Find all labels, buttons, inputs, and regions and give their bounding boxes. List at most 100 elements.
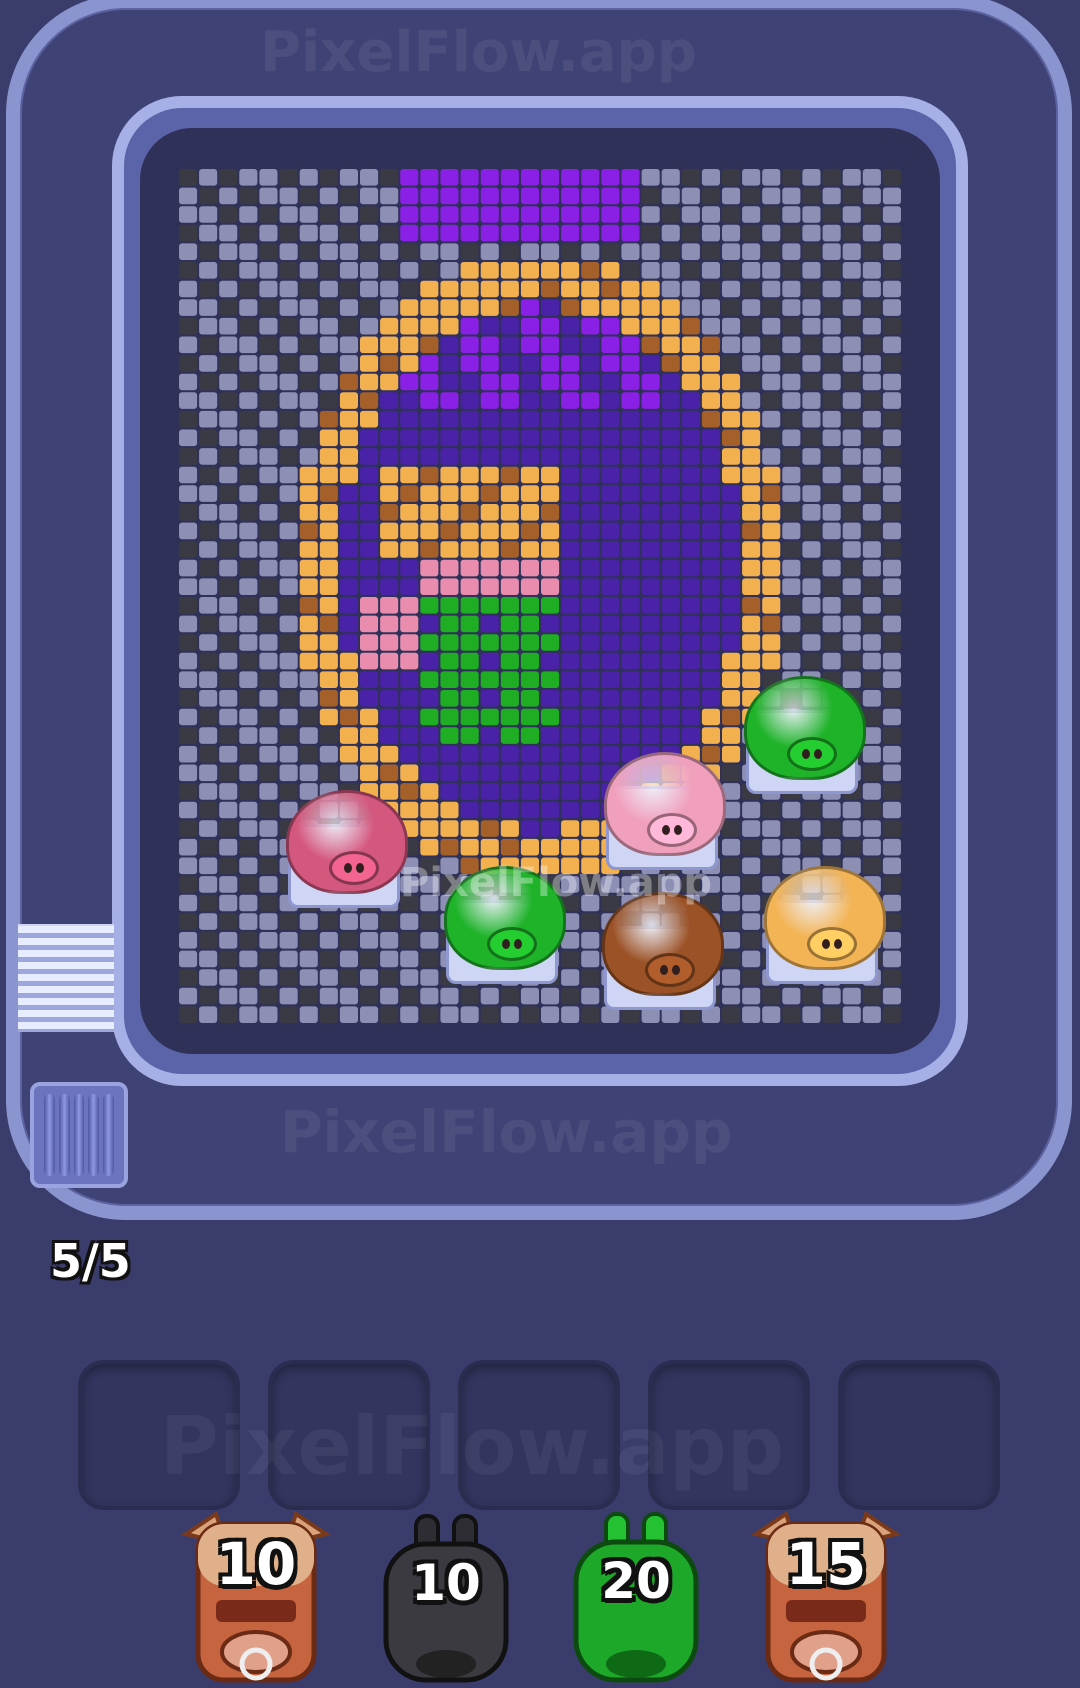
pixel-cell [520, 243, 539, 260]
pixel-cell [541, 169, 560, 186]
pixel-cell [460, 504, 479, 521]
pixel-cell [219, 857, 238, 875]
shooter-queue-2[interactable]: 10 [366, 1504, 526, 1684]
pixel-cell [360, 541, 379, 558]
pixel-cell [742, 932, 761, 949]
orange-pig[interactable] [760, 866, 886, 984]
holding-slot-5[interactable] [838, 1360, 1000, 1510]
pixel-cell [561, 206, 580, 223]
pixel-cell [862, 838, 881, 856]
pixel-cell [420, 932, 439, 949]
pixel-cell [219, 262, 238, 279]
pixel-cell [621, 597, 640, 614]
pixel-cell [601, 727, 620, 744]
pixel-cell [520, 987, 539, 1005]
pixel-cell [862, 987, 881, 1005]
pixel-cell [520, 336, 539, 354]
pixel-cell [882, 280, 901, 298]
pixel-cell [541, 336, 560, 354]
pixel-cell [400, 336, 419, 354]
pixel-cell [722, 317, 741, 335]
pixel-cell [360, 485, 379, 502]
pixel-cell [420, 690, 439, 707]
pixel-cell [701, 224, 720, 242]
pixel-cell [862, 187, 881, 205]
pixel-cell [842, 373, 861, 391]
pixel-cell [581, 355, 600, 372]
pixel-cell [601, 671, 620, 688]
brown-pig[interactable] [598, 892, 724, 1010]
shooter-queue-1[interactable]: 10 [176, 1504, 336, 1684]
green-pig[interactable] [740, 676, 866, 794]
pixel-cell [319, 206, 338, 223]
pixel-cell [319, 187, 338, 205]
pixel-cell [380, 541, 399, 558]
pixel-cell [199, 987, 218, 1005]
shooter-queue-3[interactable]: 20 [556, 1504, 716, 1684]
pixel-cell [219, 615, 238, 633]
pixel-cell [440, 299, 459, 316]
pixel-cell [601, 224, 620, 242]
pixel-cell [742, 522, 761, 540]
pixel-cell [339, 615, 358, 633]
conveyor-spool[interactable] [30, 1082, 128, 1188]
pixel-cell [380, 615, 399, 633]
pixel-cell [199, 280, 218, 298]
pixel-cell [581, 597, 600, 614]
pixel-cell [480, 1006, 499, 1023]
pixel-cell [681, 504, 700, 521]
pixel-cell [601, 355, 620, 372]
pixel-cell [862, 801, 881, 819]
pixel-cell [319, 429, 338, 447]
pixel-cell [842, 299, 861, 316]
pixel-cell [179, 634, 198, 651]
pixel-cell [420, 708, 439, 726]
pixel-cell [621, 634, 640, 651]
pixel-cell [239, 987, 258, 1005]
pixel-cell [722, 950, 741, 968]
pixel-cell [802, 336, 821, 354]
pixel-cell [520, 671, 539, 688]
pixel-cell [500, 615, 519, 633]
pig-icon [764, 866, 886, 970]
pixel-cell [561, 1006, 580, 1023]
pink-pig[interactable] [600, 752, 726, 870]
pixel-cell [882, 987, 901, 1005]
pixel-cell [500, 764, 519, 782]
pixel-cell [681, 429, 700, 447]
pixel-cell [219, 690, 238, 707]
pixel-cell [360, 690, 379, 707]
pixel-cell [460, 336, 479, 354]
pixel-cell [339, 169, 358, 186]
pixel-cell [279, 280, 298, 298]
pixel-cell [239, 857, 258, 875]
pixel-cell [480, 820, 499, 837]
shooter-queue-4[interactable]: 15 [746, 1504, 906, 1684]
pixel-cell [782, 299, 801, 316]
pixel-cell [641, 578, 660, 595]
pixel-cell [299, 206, 318, 223]
pixel-cell [842, 801, 861, 819]
pixel-cell [500, 671, 519, 688]
pixel-cell [742, 894, 761, 912]
pixel-cell [681, 690, 700, 707]
pixel-cell [420, 355, 439, 372]
pixel-cell [500, 206, 519, 223]
pixel-cell [400, 262, 419, 279]
pixel-cell [380, 559, 399, 577]
pixel-cell [742, 1006, 761, 1023]
pixel-cell [581, 727, 600, 744]
pixel-cell [420, 485, 439, 502]
pixel-cell [742, 187, 761, 205]
pixel-cell [661, 541, 680, 558]
pixel-cell [541, 485, 560, 502]
pixel-cell [541, 262, 560, 279]
pixel-cell [199, 597, 218, 614]
pixel-cell [259, 652, 278, 670]
pixel-cell [681, 206, 700, 223]
pixel-cell [882, 317, 901, 335]
pixel-cell [179, 708, 198, 726]
magenta-pig[interactable] [282, 790, 408, 908]
pixel-cell [179, 913, 198, 930]
pixel-cell [742, 801, 761, 819]
